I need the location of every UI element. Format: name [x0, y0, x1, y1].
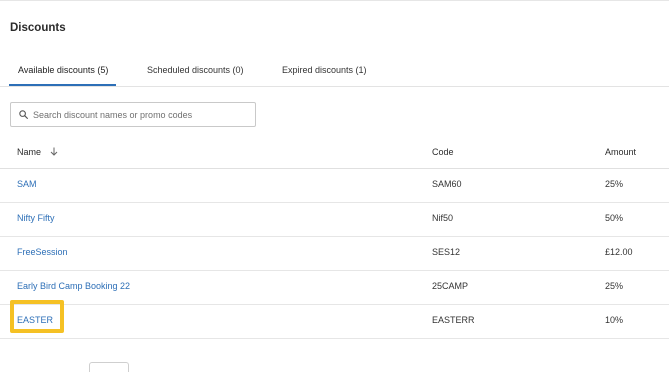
discounts-table: Name Code Amount SAM SAM60 25% Nifty Fif… — [0, 138, 669, 339]
table-row: EASTER EASTERR 10% — [0, 305, 669, 339]
table-row: Nifty Fifty Nif50 50% — [0, 203, 669, 237]
tab-scheduled-discounts[interactable]: Scheduled discounts (0) — [147, 65, 244, 75]
table-row: Early Bird Camp Booking 22 25CAMP 25% — [0, 271, 669, 305]
discount-name-link[interactable]: Early Bird Camp Booking 22 — [17, 281, 130, 291]
page-title: Discounts — [10, 22, 66, 34]
discount-code: 25CAMP — [432, 281, 469, 291]
column-header-name-label: Name — [17, 147, 42, 157]
discount-code: SAM60 — [432, 179, 462, 189]
search-icon — [19, 110, 28, 119]
table-row: FreeSession SES12 £12.00 — [0, 237, 669, 271]
discount-amount: 25% — [605, 281, 624, 291]
discount-amount: £12.00 — [605, 247, 633, 257]
discount-tabs: Available discounts (5) Scheduled discou… — [0, 58, 669, 87]
discount-code: Nif50 — [432, 213, 454, 223]
discount-name-link[interactable]: Nifty Fifty — [17, 213, 55, 223]
discount-amount: 10% — [605, 315, 624, 325]
column-header-name[interactable]: Name — [17, 147, 58, 157]
table-header: Name Code Amount — [0, 138, 669, 169]
search-input[interactable] — [33, 109, 243, 120]
highlight-box — [10, 300, 64, 333]
arrow-down-icon — [50, 147, 57, 156]
column-header-code: Code — [432, 147, 454, 157]
pagination-control[interactable] — [89, 362, 129, 372]
discount-amount: 25% — [605, 179, 624, 189]
column-header-amount: Amount — [605, 147, 637, 157]
discount-code: EASTERR — [432, 315, 475, 325]
discount-code: SES12 — [432, 247, 461, 257]
top-divider — [0, 0, 669, 1]
tab-available-discounts[interactable]: Available discounts (5) — [8, 65, 117, 86]
discount-name-link[interactable]: FreeSession — [17, 247, 68, 257]
tab-expired-discounts[interactable]: Expired discounts (1) — [282, 65, 367, 75]
discount-amount: 50% — [605, 213, 624, 223]
table-row: SAM SAM60 25% — [0, 169, 669, 203]
search-box[interactable] — [10, 102, 256, 127]
discount-name-link[interactable]: SAM — [17, 179, 37, 189]
